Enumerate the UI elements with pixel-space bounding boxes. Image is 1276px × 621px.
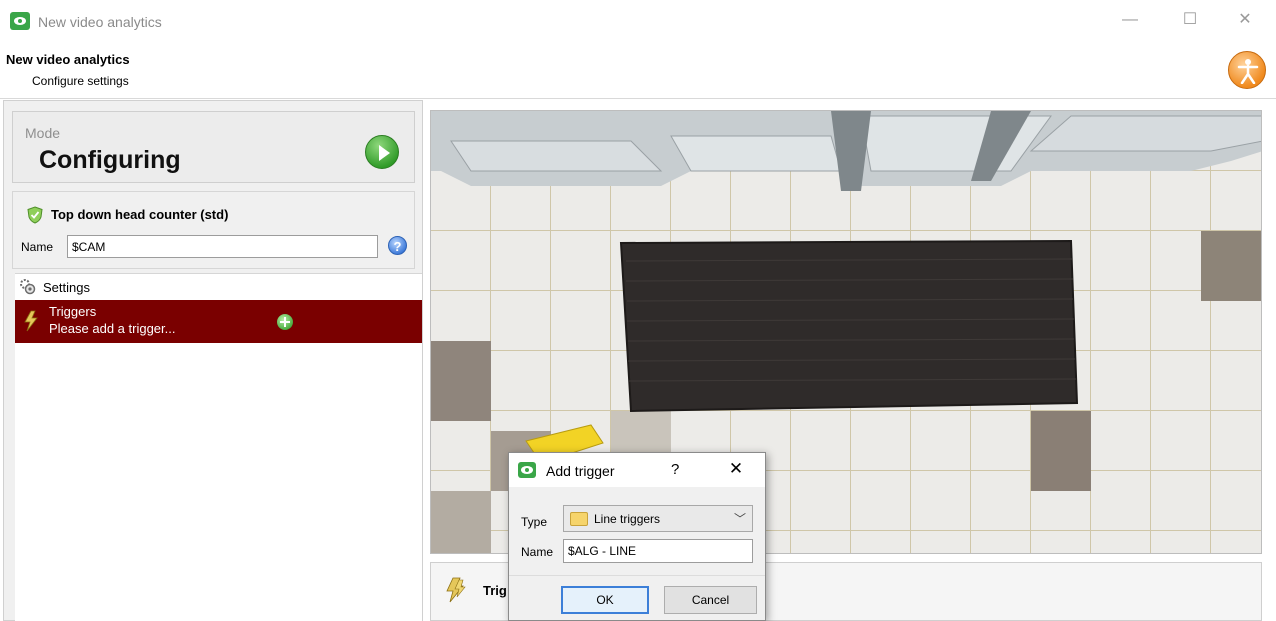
mode-box: Mode Configuring (12, 111, 415, 183)
trigger-panel-title: Trig (483, 583, 507, 598)
play-button[interactable] (365, 135, 399, 169)
page-title: New video analytics (6, 52, 130, 67)
dialog-title: Add trigger (546, 463, 615, 479)
settings-label: Settings (43, 280, 90, 295)
add-icon[interactable] (277, 314, 293, 330)
window-title: New video analytics (38, 14, 162, 30)
add-trigger-dialog: Add trigger ? ✕ Type Line triggers ﹀ Nam… (508, 452, 766, 621)
tree-item-settings[interactable]: Settings (15, 274, 422, 299)
tree-item-triggers[interactable]: Triggers Please add a trigger... (15, 300, 422, 343)
folder-icon (570, 512, 588, 526)
dialog-titlebar: Add trigger ? ✕ (509, 453, 765, 487)
dialog-separator (509, 575, 765, 576)
name-label: Name (21, 240, 54, 254)
triggers-hint: Please add a trigger... (49, 321, 176, 336)
close-icon[interactable]: ✕ (725, 459, 747, 479)
chevron-down-icon: ﹀ (734, 512, 747, 526)
page-subtitle: Configure settings (32, 74, 129, 88)
person-icon[interactable] (1228, 51, 1266, 89)
shield-check-icon (27, 206, 43, 224)
header-divider (0, 98, 1276, 99)
trigger-name-label: Name (521, 545, 554, 559)
mode-label: Mode (25, 125, 61, 141)
lightning-icon (24, 310, 38, 332)
mode-value: Configuring (39, 146, 181, 174)
triggers-label: Triggers (49, 304, 97, 319)
maximize-button[interactable]: ☐ (1176, 8, 1204, 32)
dialog-help-button[interactable]: ? (671, 461, 679, 478)
type-select-value: Line triggers (594, 512, 661, 526)
lightning-icon (446, 577, 466, 603)
app-icon (518, 462, 536, 478)
window-titlebar: New video analytics — ☐ ✕ (0, 0, 1276, 46)
gear-icon (20, 279, 36, 295)
cancel-button[interactable]: Cancel (664, 586, 757, 614)
app-icon (10, 12, 30, 30)
name-input[interactable] (67, 235, 378, 258)
minimize-button[interactable]: — (1116, 8, 1144, 32)
algorithm-box: Top down head counter (std) Name ? (12, 191, 415, 269)
ok-button[interactable]: OK (561, 586, 649, 614)
settings-tree: Settings Triggers Please add a trigger..… (15, 273, 422, 621)
algorithm-title: Top down head counter (std) (51, 207, 229, 222)
type-label: Type (521, 515, 548, 529)
left-panel: Mode Configuring Top down head counter (… (3, 100, 423, 621)
help-icon[interactable]: ? (388, 236, 407, 255)
close-button[interactable]: ✕ (1231, 8, 1259, 32)
type-select[interactable]: Line triggers ﹀ (563, 505, 753, 532)
trigger-name-input[interactable] (563, 539, 753, 563)
